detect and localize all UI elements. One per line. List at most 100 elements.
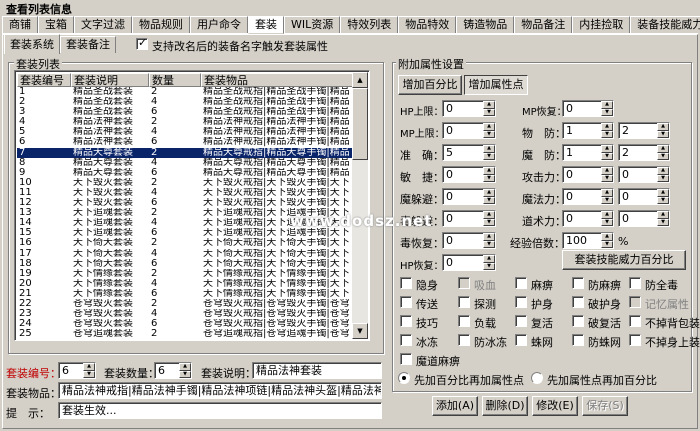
magic-dodge-field[interactable]: 0 ▲ ▼ [442,188,496,205]
main-tab-0[interactable]: 商铺 [2,16,38,33]
table-row[interactable]: 10 天下毁灭套装 2 天下毁灭戒指|天下毁灭手镯|天下 [17,178,357,188]
flag-checkbox-20[interactable] [400,353,412,365]
flag-checkbox-15[interactable] [400,334,412,346]
col-header-id[interactable]: 套装编号 [17,73,71,87]
table-row[interactable]: 7 精品天尊套装 2 精品天尊戒指|精品天尊手镯|精品 [17,147,357,158]
magic-max-spinner[interactable]: ▲ ▼ [657,189,669,204]
table-row[interactable]: 24 苍穹毁灭套装 6 苍穹毁灭戒指|苍穹毁灭手镯|苍穹 [17,319,357,329]
hp-recover-spinner[interactable]: ▲ ▼ [483,255,495,270]
flag-checkbox-17[interactable] [515,334,527,346]
modify-button[interactable]: 修改(E) [532,396,578,416]
attack-max-spinner[interactable]: ▲ ▼ [657,167,669,182]
flag-checkbox-6[interactable] [458,296,470,308]
col-header-desc[interactable]: 套装说明 [71,73,149,87]
phys-def-min-spinner[interactable]: ▲ ▼ [601,123,613,138]
phys-def-min-field[interactable]: 1 ▲ ▼ [562,122,614,139]
table-row[interactable]: 2 精品圣战套装 4 精品圣战戒指|精品圣战手镯|精品 [17,97,357,107]
main-tab-10[interactable]: 物品备注 [514,16,573,33]
main-tab-3[interactable]: 物品规则 [132,16,190,33]
radio-points-first[interactable] [531,372,543,384]
magic-def-max-spinner[interactable]: ▲ ▼ [657,145,669,160]
flag-checkbox-12[interactable] [515,315,527,327]
table-row[interactable]: 12 天下毁灭套装 6 天下毁灭戒指|天下毁灭手镯|天下 [17,198,357,208]
flag-checkbox-0[interactable] [400,277,412,289]
table-row[interactable]: 21 天下情缘套装 6 天下情缘戒指|天下情缘手镯|天下 [17,289,357,299]
mp-recover-field[interactable]: 0 ▲ ▼ [562,100,614,117]
accuracy-spinner[interactable]: ▲ ▼ [483,145,495,160]
flag-checkbox-11[interactable] [458,315,470,327]
table-row[interactable]: 3 精品圣战套装 6 精品圣战戒指|精品圣战手镯|精品 [17,107,357,117]
attack-min-spinner[interactable]: ▲ ▼ [601,167,613,182]
magic-max-field[interactable]: 0 ▲ ▼ [618,188,670,205]
table-row[interactable]: 6 精品法神套装 6 精品法神戒指|精品法神手镯|精品 [17,137,357,147]
col-header-count[interactable]: 数量 [149,73,201,87]
phys-def-max-spinner[interactable]: ▲ ▼ [657,123,669,138]
flag-checkbox-13[interactable] [572,315,584,327]
poison-recover-spinner[interactable]: ▲ ▼ [483,233,495,248]
tao-min-field[interactable]: 0 ▲ ▼ [562,210,614,227]
tao-max-spinner[interactable]: ▲ ▼ [657,211,669,226]
exp-field[interactable]: 100 ▲ ▼ [562,232,614,249]
count-spinner[interactable]: ▲ ▼ [179,363,191,378]
flag-checkbox-1[interactable] [458,277,470,289]
main-tab-1[interactable]: 宝箱 [38,16,74,33]
mp-max-field[interactable]: 0 ▲ ▼ [442,122,496,139]
count-field[interactable]: 6 ▲ ▼ [154,362,192,379]
table-row[interactable]: 11 天下毁灭套装 4 天下毁灭戒指|天下毁灭手镯|天下 [17,188,357,198]
phys-def-max-field[interactable]: 2 ▲ ▼ [618,122,670,139]
accuracy-field[interactable]: 5 ▲ ▼ [442,144,496,161]
attack-max-field[interactable]: 0 ▲ ▼ [618,166,670,183]
table-row[interactable]: 19 天下情缘套装 2 天下情缘戒指|天下情缘手镯|天下 [17,269,357,279]
flag-checkbox-4[interactable] [629,277,641,289]
radio-percent-first[interactable] [398,372,410,384]
poison-dodge-field[interactable]: 0 ▲ ▼ [442,210,496,227]
items-field[interactable]: 精品法神戒指|精品法神手镯|精品法神项链|精品法神头盔|精品法神靴 [58,382,382,399]
tab-add-percent[interactable]: 增加百分比 [398,75,462,95]
table-row[interactable]: 5 精品法神套装 4 精品法神戒指|精品法神手镯|精品 [17,127,357,137]
tab-suit-notes[interactable]: 套装备注 [60,36,116,53]
attack-min-field[interactable]: 0 ▲ ▼ [562,166,614,183]
flag-checkbox-10[interactable] [400,315,412,327]
hp-max-spinner[interactable]: ▲ ▼ [483,101,495,116]
scroll-down-button[interactable]: ▼ [352,323,368,339]
poison-dodge-spinner[interactable]: ▲ ▼ [483,211,495,226]
desc-field[interactable]: 精品法神套装 [252,362,382,379]
skill-power-percent-button[interactable]: 套装技能威力百分比 [562,250,686,270]
flag-checkbox-5[interactable] [400,296,412,308]
hint-field[interactable]: 套装生效... [58,402,382,419]
poison-recover-field[interactable]: 0 ▲ ▼ [442,232,496,249]
table-row[interactable]: 23 苍穹毁灭套装 4 苍穹毁灭戒指|苍穹毁灭手镯|苍穹 [17,309,357,319]
tab-add-points[interactable]: 增加属性点 [464,75,528,95]
tao-min-spinner[interactable]: ▲ ▼ [601,211,613,226]
agility-field[interactable]: 0 ▲ ▼ [442,166,496,183]
flag-checkbox-14[interactable] [629,315,641,327]
main-tab-2[interactable]: 文字过滤 [74,16,132,33]
table-row[interactable]: 25 苍穹追魂套装 2 苍穹追魂戒指|苍穹追魂手镯|苍穹 [17,329,357,339]
main-tab-11[interactable]: 内挂捡取 [572,16,631,33]
suit-list[interactable]: 套装编号 套装说明 数量 套装物品 1 精品圣战套装 2 精品圣战戒指|精品圣战手镯|… [14,70,370,341]
magic-def-min-spinner[interactable]: ▲ ▼ [601,145,613,160]
main-tab-7[interactable]: 特效列表 [340,16,399,33]
table-row[interactable]: 16 天下倚天套装 2 天下倚天戒指|天下倚天手镯|天下 [17,238,357,248]
mp-max-spinner[interactable]: ▲ ▼ [483,123,495,138]
table-row[interactable]: 8 精品天尊套装 4 精品天尊戒指|精品天尊手镯|精品 [17,158,357,168]
exp-spinner[interactable]: ▲ ▼ [601,233,613,248]
magic-min-field[interactable]: 0 ▲ ▼ [562,188,614,205]
suit-no-spinner[interactable]: ▲ ▼ [83,363,95,378]
scroll-thumb[interactable] [352,88,368,160]
flag-checkbox-2[interactable] [515,277,527,289]
support-rename-checkbox[interactable] [136,36,148,50]
table-row[interactable]: 17 天下倚天套装 4 天下倚天戒指|天下倚天手镯|天下 [17,249,357,259]
main-tab-6[interactable]: WIL资源 [284,16,341,33]
flag-checkbox-19[interactable] [629,334,641,346]
magic-def-min-field[interactable]: 1 ▲ ▼ [562,144,614,161]
suit-no-field[interactable]: 6 ▲ ▼ [58,362,96,379]
suit-list-scrollbar[interactable]: ▲ ▼ [352,72,368,339]
flag-checkbox-7[interactable] [515,296,527,308]
table-row[interactable]: 1 精品圣战套装 2 精品圣战戒指|精品圣战手镯|精品 [17,87,357,97]
table-row[interactable]: 22 苍穹毁灭套装 2 苍穹毁灭戒指|苍穹毁灭手镯|苍穹 [17,299,357,309]
mp-recover-spinner[interactable]: ▲ ▼ [601,101,613,116]
delete-button[interactable]: 删除(D) [482,396,528,416]
table-row[interactable]: 9 精品天尊套装 6 精品天尊戒指|精品天尊手镯|精品 [17,168,357,178]
agility-spinner[interactable]: ▲ ▼ [483,167,495,182]
